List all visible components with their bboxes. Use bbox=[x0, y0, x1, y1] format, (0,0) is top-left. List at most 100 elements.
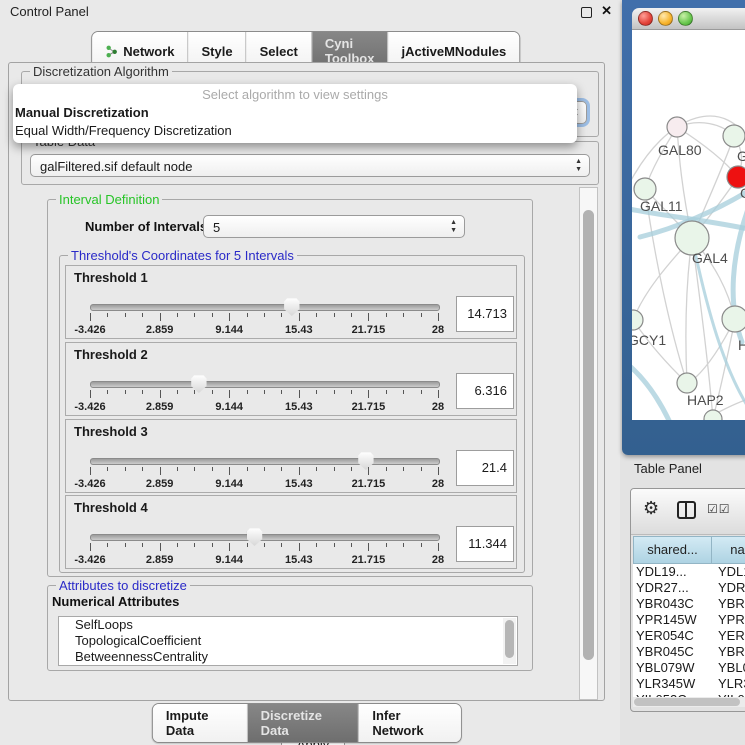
table-row[interactable]: YBL079WYBL079W bbox=[633, 660, 745, 676]
slider-tick bbox=[334, 313, 335, 317]
cell-shared-name[interactable]: YDR27... bbox=[633, 580, 712, 596]
attribute-list-item[interactable]: BetweennessCentrality bbox=[59, 649, 517, 665]
tab-impute-data[interactable]: Impute Data bbox=[153, 704, 247, 742]
combo-arrows-icon: ▲▼ bbox=[575, 158, 582, 174]
scrollbar-thumb[interactable] bbox=[583, 210, 594, 660]
slider-tick-label: 15.43 bbox=[285, 554, 313, 566]
cell-shared-name[interactable]: YBL079W bbox=[633, 660, 712, 676]
cell-shared-name[interactable]: YLR345W bbox=[633, 676, 712, 692]
cell-name[interactable]: YBR045C bbox=[712, 644, 745, 660]
right-mid-node[interactable] bbox=[722, 306, 745, 332]
slider-tick-label: 2.859 bbox=[146, 324, 174, 336]
slider-tick-label: 9.144 bbox=[215, 478, 243, 490]
mac-close-button[interactable] bbox=[638, 11, 653, 26]
gear-icon[interactable]: ⚙ bbox=[643, 498, 659, 519]
slider-tick-label: 28 bbox=[432, 324, 444, 336]
cell-shared-name[interactable]: YPR145W bbox=[633, 612, 712, 628]
slider-tick-label: 28 bbox=[432, 554, 444, 566]
float-window-icon[interactable] bbox=[581, 7, 592, 18]
threshold-4-value[interactable]: 11.344 bbox=[456, 526, 514, 562]
slider-tick bbox=[247, 313, 248, 317]
cell-name[interactable]: YBL079W bbox=[712, 660, 745, 676]
cell-name[interactable]: YPR145W bbox=[712, 612, 745, 628]
tab-discretize-data[interactable]: Discretize Data bbox=[247, 704, 359, 742]
mac-minimize-button[interactable] bbox=[658, 11, 673, 26]
threshold-2-value[interactable]: 6.316 bbox=[456, 373, 514, 409]
cell-name[interactable]: YDR27... bbox=[712, 580, 745, 596]
table-row[interactable]: YPR145WYPR145W bbox=[633, 612, 745, 628]
cell-name[interactable]: YER054C bbox=[712, 628, 745, 644]
slider-tick bbox=[281, 467, 282, 471]
cell-name[interactable]: YLR345W bbox=[712, 676, 745, 692]
checkbox-icons[interactable]: ☑☑ bbox=[707, 502, 731, 516]
slider-tick bbox=[212, 467, 213, 471]
slider-tick bbox=[160, 543, 161, 551]
cell-shared-name[interactable]: YER054C bbox=[633, 628, 712, 644]
node-label: GAL4 bbox=[692, 250, 728, 266]
cell-shared-name[interactable]: YBR043C bbox=[633, 596, 712, 612]
slider-tick bbox=[194, 313, 195, 317]
attributes-list[interactable]: SelfLoopsTopologicalCoefficientBetweenne… bbox=[58, 616, 518, 666]
threshold-4-slider[interactable] bbox=[90, 534, 440, 541]
table-horizontal-scrollbar[interactable] bbox=[633, 697, 745, 707]
dropdown-placeholder-option[interactable]: Select algorithm to view settings bbox=[13, 86, 577, 104]
cell-name[interactable]: YBR043C bbox=[712, 596, 745, 612]
num-intervals-spinner[interactable]: 5 ▲▼ bbox=[203, 215, 465, 238]
slider-tick bbox=[438, 543, 439, 551]
column-header-name[interactable]: name bbox=[712, 536, 745, 564]
close-icon[interactable]: ✕ bbox=[601, 3, 612, 19]
cell-shared-name[interactable]: YDL19... bbox=[633, 564, 712, 580]
cell-name[interactable]: YDL19... bbox=[712, 564, 745, 580]
threshold-3-value[interactable]: 21.4 bbox=[456, 450, 514, 486]
network-canvas[interactable]: GAL80GACGAL11GAL4GCY1HHAP2 bbox=[632, 30, 745, 420]
right-top-node[interactable] bbox=[723, 125, 745, 147]
slider-tick-label: 28 bbox=[432, 478, 444, 490]
slider-tick bbox=[421, 313, 422, 317]
table-row[interactable]: YBR043CYBR043C bbox=[633, 596, 745, 612]
HAP2-node[interactable] bbox=[677, 373, 697, 393]
attributes-list-scrollbar[interactable] bbox=[503, 618, 516, 664]
slider-tick bbox=[194, 467, 195, 471]
GAL80-node[interactable] bbox=[667, 117, 687, 137]
slider-tick bbox=[212, 543, 213, 547]
threshold-2-slider[interactable] bbox=[90, 381, 440, 388]
threshold-1-slider[interactable] bbox=[90, 304, 440, 311]
slider-tick bbox=[125, 543, 126, 547]
settings-scrollbar[interactable] bbox=[579, 187, 598, 700]
attribute-list-item[interactable]: TopologicalCoefficient bbox=[59, 633, 517, 649]
column-header-shared-name[interactable]: shared... bbox=[633, 536, 712, 564]
table-row[interactable]: YBR045CYBR045C bbox=[633, 644, 745, 660]
threshold-3-slider[interactable] bbox=[90, 458, 440, 465]
table-toolbar: ⚙ ☑☑ bbox=[631, 489, 745, 535]
slider-tick bbox=[403, 313, 404, 317]
table-row[interactable]: YER054CYER054C bbox=[633, 628, 745, 644]
table-row[interactable]: YDR27...YDR27... bbox=[633, 580, 745, 596]
mac-zoom-button[interactable] bbox=[678, 11, 693, 26]
slider-tick bbox=[351, 467, 352, 471]
network-graph[interactable]: GAL80GACGAL11GAL4GCY1HHAP2 bbox=[632, 30, 745, 420]
cell-shared-name[interactable]: YBR045C bbox=[633, 644, 712, 660]
table-row[interactable]: YLR345WYLR345W bbox=[633, 676, 745, 692]
tab-infer-network[interactable]: Infer Network bbox=[358, 704, 461, 742]
slider-tick bbox=[142, 467, 143, 471]
node-label: C bbox=[740, 185, 745, 201]
slider-tick bbox=[90, 313, 91, 321]
group-title: Interval Definition bbox=[56, 192, 162, 207]
scrollbar-thumb[interactable] bbox=[634, 698, 740, 706]
threshold-1-value[interactable]: 14.713 bbox=[456, 296, 514, 332]
attribute-list-item[interactable]: SelfLoops bbox=[59, 617, 517, 633]
slider-tick bbox=[351, 313, 352, 317]
table-data-combobox[interactable]: galFiltered.sif default node ▲▼ bbox=[30, 154, 590, 177]
slider-tick bbox=[90, 390, 91, 398]
slider-tick bbox=[351, 390, 352, 394]
GCY1-node[interactable] bbox=[632, 310, 643, 330]
scrollbar-thumb[interactable] bbox=[505, 620, 514, 658]
dropdown-option-equal-width[interactable]: Equal Width/Frequency Discretization bbox=[13, 122, 577, 140]
dropdown-option-manual[interactable]: Manual Discretization bbox=[13, 104, 577, 122]
slider-tick bbox=[247, 467, 248, 471]
GAL11-node[interactable] bbox=[634, 178, 656, 200]
split-columns-icon[interactable] bbox=[677, 501, 696, 519]
cyni-toolbox-pane: Discretization Algorithm ▲▼ Table Data g… bbox=[8, 62, 605, 701]
table-row[interactable]: YDL19...YDL19... bbox=[633, 564, 745, 580]
slider-tick bbox=[229, 543, 230, 551]
